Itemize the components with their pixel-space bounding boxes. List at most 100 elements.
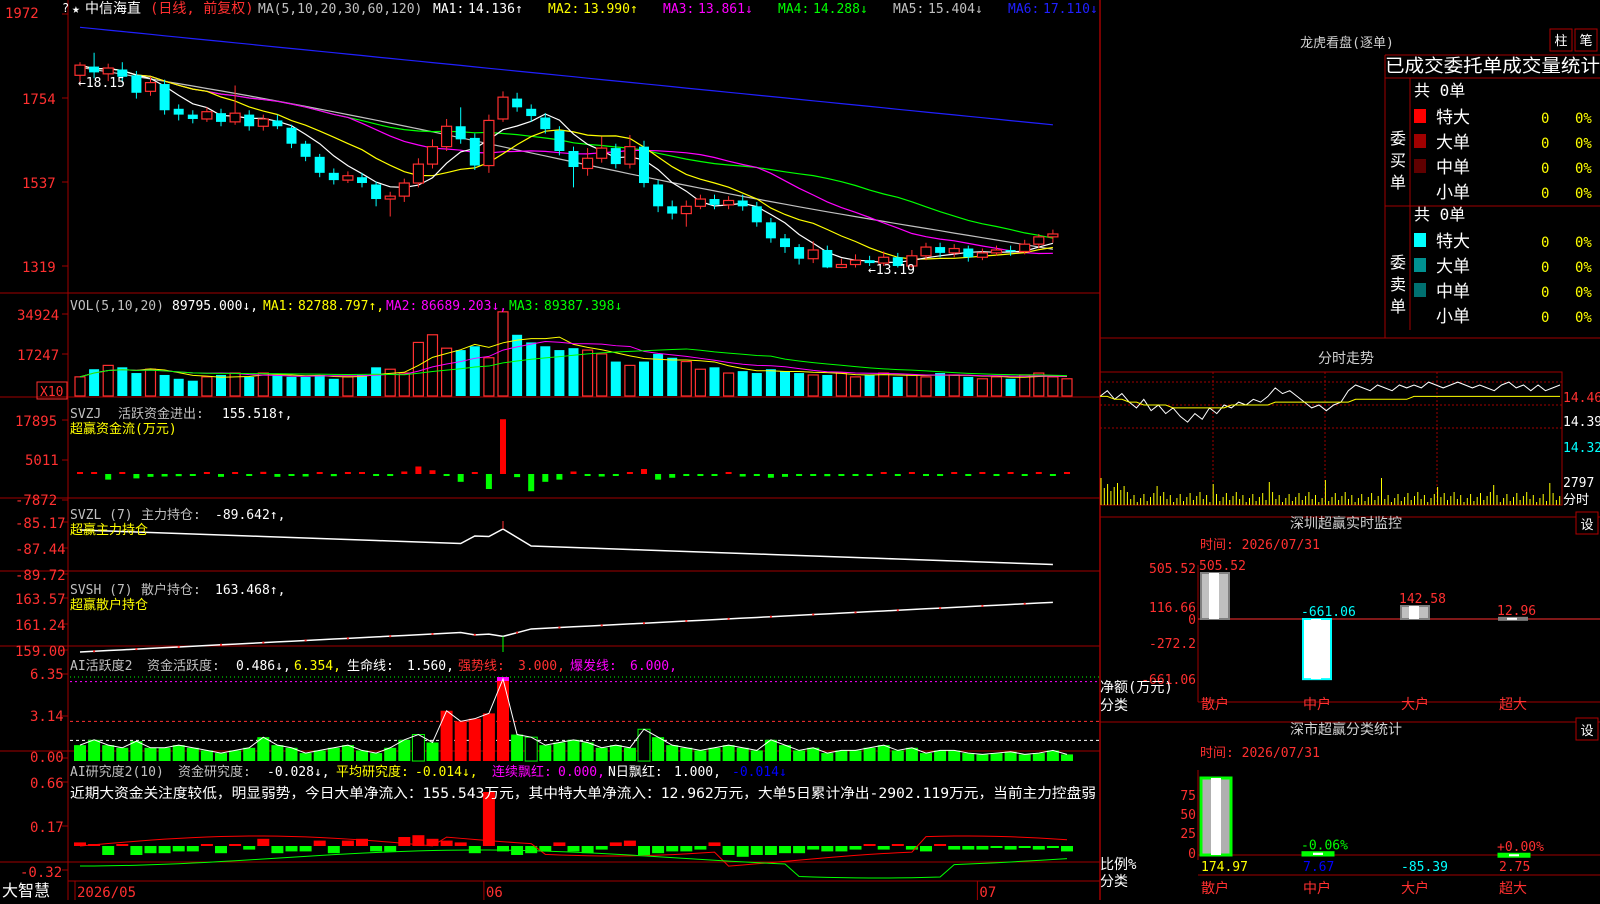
sc-settings-button[interactable]: 设 bbox=[1580, 724, 1593, 739]
activity-bar bbox=[877, 745, 890, 761]
sc-stat-time: 时间: 2026/07/31 bbox=[1200, 746, 1320, 761]
sz-monitor-chart[interactable]: 505.52116.660-272.2-661.06净额(万元)分类505.52… bbox=[1100, 559, 1600, 714]
candle-body bbox=[257, 118, 269, 127]
activity-bar bbox=[976, 754, 989, 761]
sell-row-count: 0 bbox=[1541, 310, 1549, 326]
volume-bar bbox=[300, 376, 311, 396]
activity-bar bbox=[440, 710, 453, 761]
stock-name[interactable]: 中信海直 bbox=[85, 0, 141, 17]
sell-row-swatch bbox=[1414, 283, 1426, 297]
volume-bar bbox=[765, 369, 776, 396]
svzj-bar bbox=[711, 474, 718, 476]
svzj-bar bbox=[274, 474, 281, 477]
order-stat-tabs[interactable]: 已成交委托单成交量统计 bbox=[1385, 56, 1600, 77]
vol-legend-label: MA3: bbox=[509, 299, 540, 314]
research-bar bbox=[638, 846, 650, 855]
ai-activity-chart[interactable] bbox=[70, 676, 1100, 762]
volume-bar bbox=[780, 371, 790, 396]
ma-legend: MA1: 14.136↑ MA2: 13.990↑ MA3: 13.861↓ MA4: 14.… bbox=[433, 2, 1098, 17]
svzj-bar bbox=[485, 474, 492, 490]
svzj-chart[interactable] bbox=[77, 419, 1070, 492]
research-bar bbox=[750, 846, 763, 855]
volume-bar bbox=[948, 374, 960, 397]
sc-stat-chart[interactable]: 75 50 25 0 比例%分类 174.97 散户 -0.06% 7.67 中户 -85.39 大户… bbox=[1100, 770, 1600, 897]
activity-bar bbox=[863, 747, 876, 761]
ai-research-chart[interactable] bbox=[74, 792, 1073, 879]
low-price-label: ←13.19 bbox=[868, 263, 915, 278]
intraday-label-name: 分时 bbox=[1563, 493, 1589, 508]
activity-bar bbox=[934, 750, 947, 761]
high-price-label: ←18.15 bbox=[78, 76, 125, 91]
sell-row-name: 大单 bbox=[1436, 257, 1470, 277]
svzj-bar bbox=[260, 471, 267, 474]
svzj-bar bbox=[669, 474, 676, 478]
svsh-marker bbox=[93, 650, 96, 653]
bar-mode-button[interactable]: 柱 bbox=[1554, 34, 1567, 49]
date-axis-label: 2026/05 bbox=[77, 885, 136, 900]
svsh-marker bbox=[769, 615, 772, 618]
help-question-icon[interactable]: ? bbox=[62, 1, 69, 15]
intraday-chart[interactable]: 14.46 14.39 14.32 2797 分时 bbox=[1099, 371, 1600, 508]
ai1-y-label-2: 3.14 bbox=[30, 709, 64, 725]
svzj-subtitle: 超赢资金流(万元) bbox=[70, 421, 177, 437]
research-bar bbox=[440, 840, 453, 846]
svsh-y-label-2: 161.24 bbox=[15, 618, 66, 634]
sell-row-count: 0 bbox=[1541, 260, 1549, 276]
ai1-value: 0.486↓, bbox=[236, 659, 291, 674]
candle-body bbox=[1047, 233, 1059, 238]
volume-bar bbox=[159, 374, 170, 396]
volume-bar bbox=[920, 376, 932, 397]
candle-body bbox=[610, 148, 621, 165]
candle-body bbox=[384, 195, 396, 200]
svzj-bar bbox=[810, 474, 817, 476]
research-bar bbox=[215, 846, 227, 854]
svsh-marker bbox=[473, 633, 476, 636]
sell-row-swatch bbox=[1414, 233, 1426, 247]
svsh-chart[interactable] bbox=[79, 601, 1053, 653]
volume-bar bbox=[667, 357, 678, 396]
sc-bar-value: 7.67 bbox=[1303, 860, 1334, 875]
svsh-y-label-1: 163.57 bbox=[15, 592, 66, 608]
volume-bar bbox=[187, 380, 198, 396]
activity-bar bbox=[511, 734, 524, 761]
candle-body bbox=[144, 81, 157, 92]
candle-body bbox=[948, 247, 960, 254]
ai2-last-value: -0.014↓ bbox=[732, 765, 787, 780]
terminal-canvas[interactable]: 1972 ? ★ 中信海直 (日线, 前复权) MA(5,10,20,30,60… bbox=[0, 0, 1600, 901]
candle-body bbox=[667, 206, 678, 214]
tick-mode-button[interactable]: 笔 bbox=[1579, 33, 1592, 49]
activity-bar bbox=[524, 736, 538, 762]
volume-bar bbox=[398, 372, 410, 397]
sz-settings-button[interactable]: 设 bbox=[1580, 518, 1593, 533]
activity-bar bbox=[609, 745, 622, 761]
activity-bar bbox=[327, 747, 340, 761]
candle-body bbox=[526, 108, 537, 117]
vol-legend-value: 86689.203↓, bbox=[421, 299, 507, 314]
sc-category: 超大 bbox=[1499, 881, 1527, 897]
kline-chart[interactable] bbox=[74, 26, 1059, 269]
vol-y-label-1: 34924 bbox=[17, 308, 59, 324]
candle-body bbox=[976, 252, 989, 258]
svzj-bar bbox=[739, 474, 746, 477]
period-label[interactable]: (日线, 前复权) bbox=[150, 0, 254, 17]
candle-body bbox=[722, 199, 735, 206]
buy-side-label: 单 bbox=[1390, 173, 1406, 192]
activity-bar bbox=[1018, 754, 1031, 761]
vol-legend-value: 89387.398↓ bbox=[544, 299, 622, 314]
research-bar bbox=[398, 837, 411, 846]
volume-bar bbox=[314, 374, 325, 396]
volume-bar bbox=[540, 346, 551, 396]
research-bar bbox=[652, 846, 665, 854]
activity-bar bbox=[652, 737, 665, 761]
svzj-bar bbox=[105, 474, 112, 480]
svzj-bar bbox=[951, 472, 958, 474]
svzj-bar bbox=[937, 474, 944, 476]
volume-chart[interactable] bbox=[74, 311, 1073, 397]
sell-side-label: 委 bbox=[1390, 253, 1406, 272]
svzl-chart[interactable] bbox=[79, 521, 1053, 566]
research-bar bbox=[821, 846, 834, 852]
candle-body bbox=[1005, 249, 1016, 252]
buy-row-name: 特大 bbox=[1436, 108, 1470, 128]
volume-bar bbox=[1061, 378, 1073, 397]
svzj-bar bbox=[429, 470, 436, 474]
